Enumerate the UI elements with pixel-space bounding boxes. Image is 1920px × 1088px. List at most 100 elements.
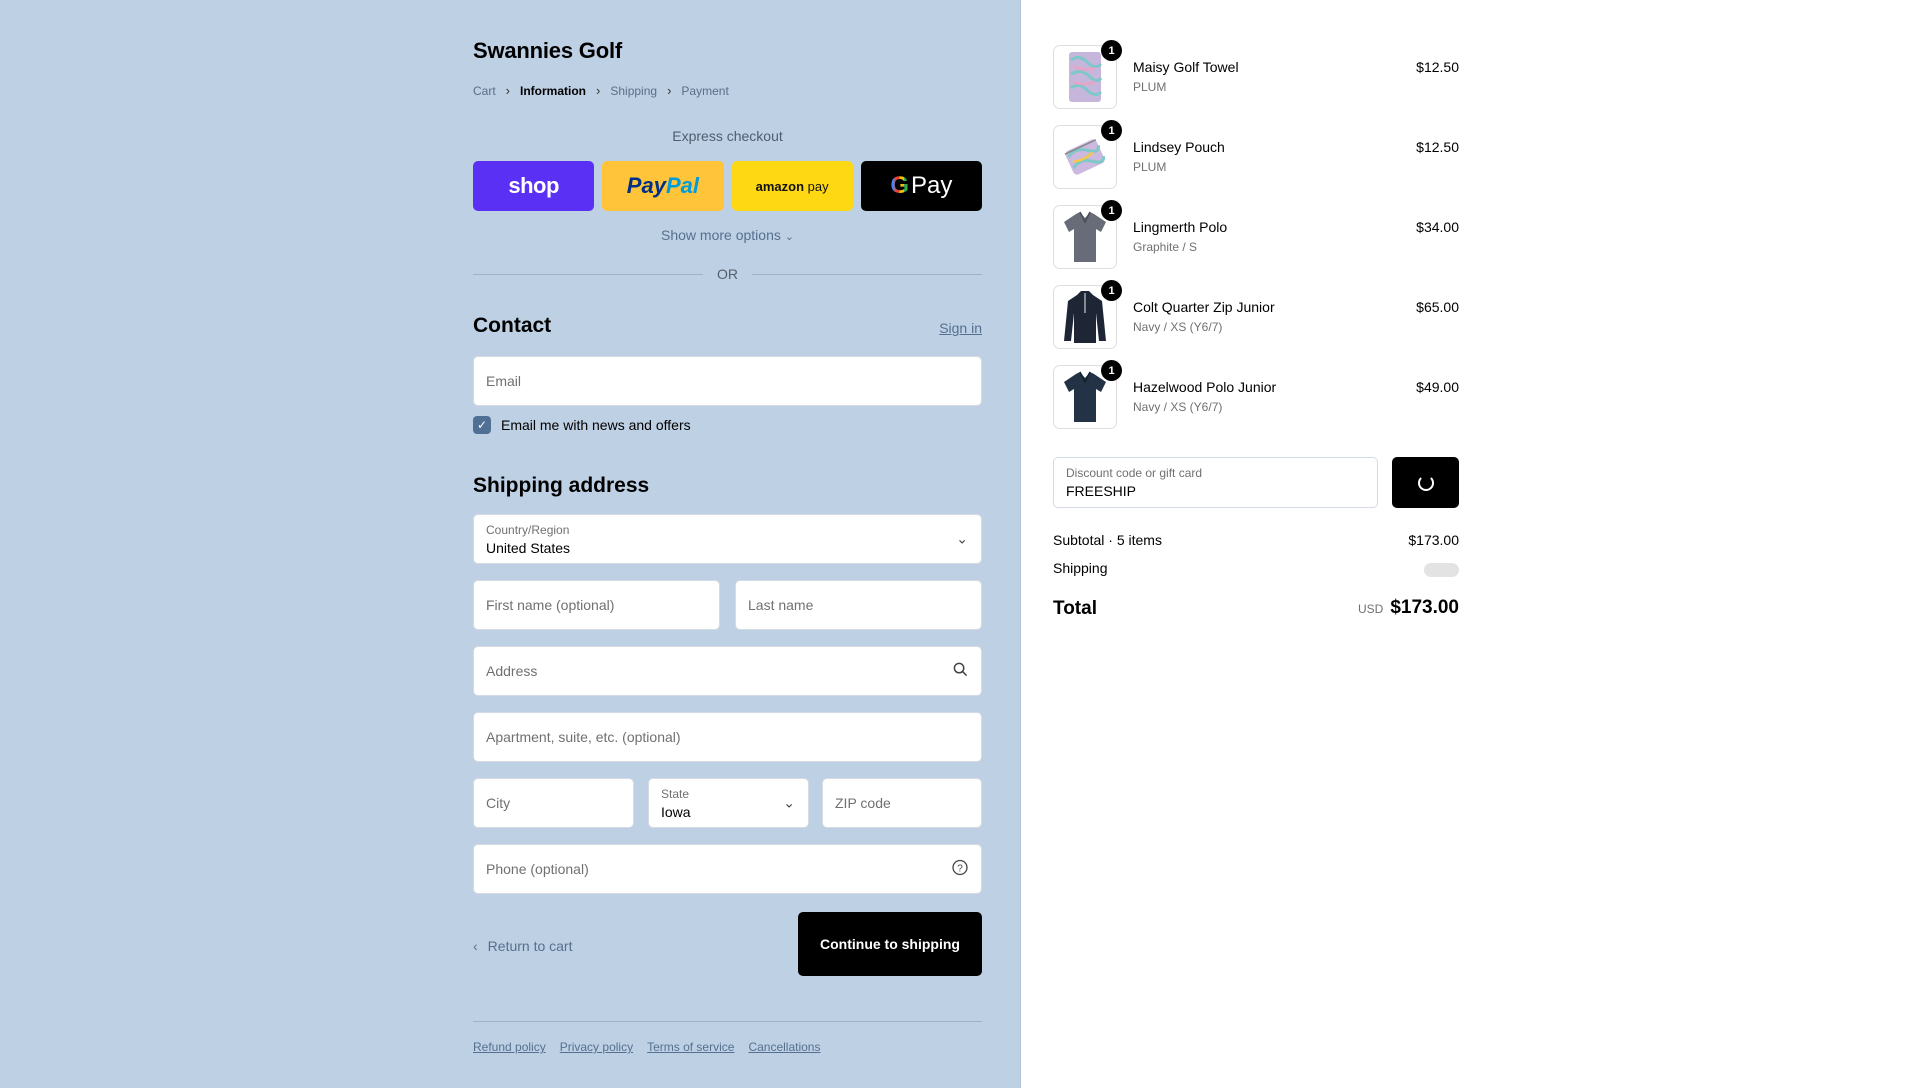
country-value: United States [486,540,571,556]
city-input[interactable] [486,779,621,827]
state-select[interactable]: State Iowa ⌄ [648,778,809,828]
item-name: Hazelwood Polo Junior [1133,379,1277,395]
first-name-field[interactable] [473,580,720,630]
item-name: Colt Quarter Zip Junior [1133,299,1275,315]
or-divider: OR [473,266,982,282]
polo-shirt-image-icon [1064,371,1106,422]
quantity-badge: 1 [1101,40,1122,61]
subtotal-label: Subtotal · 5 items [1053,532,1162,548]
search-icon[interactable] [953,662,968,680]
cancellations-link[interactable]: Cancellations [748,1040,820,1054]
shop-pay-button[interactable]: shop [473,161,595,211]
store-name[interactable]: Swannies Golf [473,38,622,64]
show-more-options-label: Show more options [661,227,781,243]
zip-code-input[interactable] [835,779,969,827]
email-input[interactable] [486,357,969,405]
discount-code-field[interactable]: Discount code or gift card FREESHIP [1053,457,1378,508]
chevron-right-icon: › [596,83,601,98]
item-variant: PLUM [1133,160,1167,174]
last-name-field[interactable] [735,580,982,630]
item-price: $49.00 [1416,379,1459,395]
checkout-main-panel: Swannies Golf Cart › Information › Shipp… [0,0,1021,1088]
item-name: Lingmerth Polo [1133,219,1228,235]
or-label: OR [717,266,738,282]
express-checkout-title: Express checkout [672,128,783,144]
apartment-input[interactable] [486,713,969,761]
last-name-input[interactable] [748,581,969,629]
item-variant: Graphite / S [1133,240,1198,254]
quarter-zip-image-icon [1064,291,1106,343]
return-to-cart-link[interactable]: ‹ Return to cart [473,938,573,954]
cart-item: 1 Hazelwood Polo Junior Navy / XS (Y6/7)… [1053,360,1459,431]
chevron-right-icon: › [667,83,672,98]
cart-item: 1 Lingmerth Polo Graphite / S $34.00 [1053,200,1459,271]
shipping-loading-placeholder [1424,563,1459,577]
continue-to-shipping-button[interactable]: Continue to shipping [798,912,982,976]
breadcrumb-payment: Payment [681,83,729,98]
first-name-input[interactable] [486,581,707,629]
chevron-down-icon: ⌄ [956,530,968,547]
city-field[interactable] [473,778,634,828]
help-icon[interactable]: ? [952,859,968,879]
item-price: $65.00 [1416,299,1459,315]
total-label: Total [1053,598,1097,619]
footer-divider [473,1021,982,1022]
apartment-field[interactable] [473,712,982,762]
state-label: State [661,787,690,801]
cart-item: 1 Maisy Golf Towel PLUM $12.50 [1053,40,1459,111]
apply-discount-button[interactable] [1392,457,1459,508]
paypal-logo: PayPal [627,173,699,199]
return-to-cart-label: Return to cart [487,938,573,954]
google-pay-button[interactable]: G Pay [860,161,982,211]
address-input[interactable] [486,647,969,695]
subtotal-row: Subtotal · 5 items $173.00 [1053,532,1459,548]
loading-spinner-icon [1417,474,1434,491]
checkout-column: Swannies Golf Cart › Information › Shipp… [473,0,982,1088]
paypal-logo-pal: Pal [665,173,699,198]
google-g-icon: G [890,172,910,199]
amazon-pay-logo: amazon pay [756,179,829,194]
svg-text:?: ? [957,864,963,875]
amazon-pay-logo-amazon: amazon [755,178,805,194]
email-field[interactable] [473,356,982,406]
item-price: $12.50 [1416,139,1459,155]
paypal-logo-pay: Pay [626,173,666,198]
breadcrumb-shipping: Shipping [610,83,658,98]
contact-heading: Contact [473,314,552,337]
amazon-pay-button[interactable]: amazon pay [731,161,853,211]
item-variant: Navy / XS (Y6/7) [1133,400,1223,414]
discount-code-label: Discount code or gift card [1066,466,1203,480]
breadcrumb-cart[interactable]: Cart [473,84,496,98]
amazon-pay-logo-pay: pay [807,178,829,194]
phone-field[interactable]: ? [473,844,982,894]
phone-input[interactable] [486,845,969,893]
sign-in-link[interactable]: Sign in [939,320,982,336]
discount-code-value[interactable]: FREESHIP [1066,483,1136,499]
refund-policy-link[interactable]: Refund policy [473,1040,546,1054]
chevron-down-icon: ⌄ [783,794,795,811]
item-variant: Navy / XS (Y6/7) [1133,320,1223,334]
currency-code: USD [1357,602,1384,616]
quantity-badge: 1 [1101,200,1122,221]
checkmark-icon: ✓ [476,418,488,432]
zip-code-field[interactable] [822,778,982,828]
privacy-policy-link[interactable]: Privacy policy [560,1040,633,1054]
show-more-options-button[interactable]: Show more options ⌄ [473,227,982,243]
chevron-right-icon: › [505,83,511,98]
towel-image-icon [1069,52,1103,102]
divider-line [752,273,982,275]
pouch-image-icon [1064,139,1106,175]
newsletter-checkbox[interactable]: ✓ [473,416,491,434]
terms-of-service-link[interactable]: Terms of service [647,1040,734,1054]
item-variant: PLUM [1133,80,1167,94]
item-name: Maisy Golf Towel [1133,59,1239,75]
country-select[interactable]: Country/Region United States ⌄ [473,514,982,564]
total-amount: USD $173.00 [1358,597,1459,619]
paypal-button[interactable]: PayPal [602,161,724,211]
cart-item: 1 Lindsey Pouch PLUM $12.50 [1053,120,1459,191]
quantity-badge: 1 [1101,120,1122,141]
footer-links: Refund policy Privacy policy Terms of se… [473,1040,820,1054]
item-price: $34.00 [1416,219,1459,235]
address-field[interactable] [473,646,982,696]
newsletter-checkbox-row[interactable]: ✓ Email me with news and offers [473,416,691,434]
